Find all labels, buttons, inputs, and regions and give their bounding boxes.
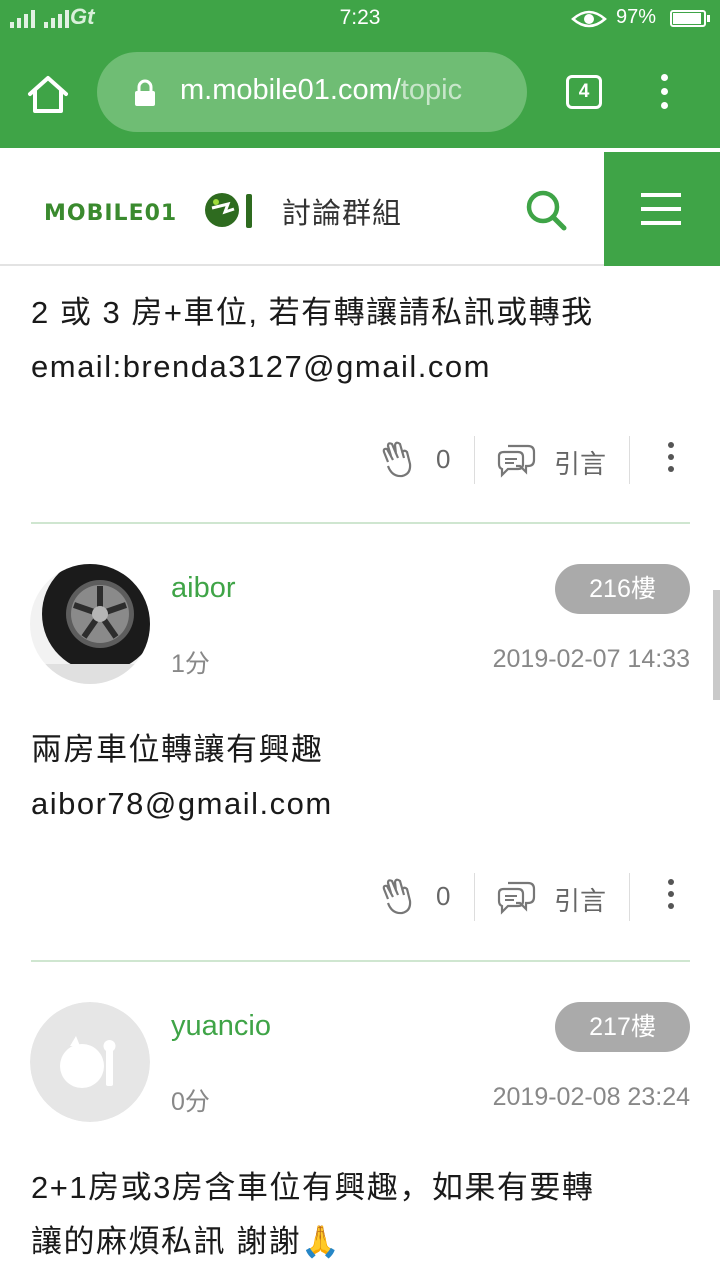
avatar[interactable] [30, 564, 150, 684]
username[interactable]: aibor [171, 572, 236, 605]
mobile01-logo[interactable]: MOBILE01 [44, 188, 256, 237]
clock: 7:23 [339, 6, 381, 29]
clap-count: 0 [436, 881, 451, 911]
post-divider [31, 960, 690, 962]
divider [474, 436, 475, 484]
clap-icon[interactable] [380, 440, 416, 483]
clap-count: 0 [436, 444, 451, 474]
avatar[interactable] [30, 1002, 150, 1122]
floor-badge: 217樓 [555, 1002, 690, 1052]
post-date: 2019-02-07 14:33 [492, 645, 690, 673]
url-bar[interactable]: m.mobile01.com/topic [97, 52, 527, 132]
post-body: 2+1房或3房含車位有興趣，如果有要轉 讓的麻煩私訊 謝謝🙏 [31, 1170, 595, 1259]
quote-icon[interactable] [496, 879, 536, 920]
search-icon [526, 190, 567, 231]
divider [629, 436, 630, 484]
eye-icon [571, 8, 607, 35]
user-score: 0分 [171, 1088, 210, 1116]
site-header: MOBILE01 討論群組 [0, 152, 720, 266]
browser-toolbar: m.mobile01.com/topic 4 [0, 36, 720, 148]
scrollbar-thumb[interactable] [713, 590, 720, 700]
home-button[interactable] [26, 74, 70, 114]
floor-badge: 216樓 [555, 564, 690, 614]
post-actions: 0 引言 [370, 869, 700, 925]
hamburger-menu-button[interactable] [604, 152, 720, 266]
battery-percent: 97% [616, 6, 657, 28]
status-bar: Gt 7:23 97% [0, 0, 720, 36]
post-divider [31, 522, 690, 524]
browser-menu-button[interactable] [656, 74, 672, 114]
clap-icon[interactable] [380, 877, 416, 920]
topic-content: 2 或 3 房+車位, 若有轉讓請私訊或轉我 email:brenda3127@… [0, 268, 720, 1280]
lock-icon [133, 79, 157, 112]
quote-icon[interactable] [496, 442, 536, 483]
divider [474, 873, 475, 921]
home-icon [28, 76, 68, 113]
search-button[interactable] [524, 188, 568, 232]
username[interactable]: yuancio [171, 1010, 271, 1043]
post-body: 兩房車位轉讓有興趣 aibor78@gmail.com [31, 732, 333, 821]
post-date: 2019-02-08 23:24 [492, 1083, 690, 1111]
quote-button[interactable]: 引言 [554, 881, 606, 918]
quote-button[interactable]: 引言 [554, 444, 606, 481]
more-options-icon[interactable] [666, 442, 676, 478]
section-title[interactable]: 討論群組 [282, 190, 402, 232]
post-body: 2 或 3 房+車位, 若有轉讓請私訊或轉我 email:brenda3127@… [31, 295, 594, 384]
divider [629, 873, 630, 921]
svg-text:MOBILE01: MOBILE01 [44, 201, 177, 226]
post-actions: 0 引言 [370, 432, 700, 488]
tab-switcher-button[interactable]: 4 [566, 75, 602, 109]
url-text: m.mobile01.com/topic [180, 74, 463, 106]
more-options-icon[interactable] [666, 879, 676, 915]
battery-icon [670, 10, 710, 27]
user-score: 1分 [171, 650, 210, 678]
